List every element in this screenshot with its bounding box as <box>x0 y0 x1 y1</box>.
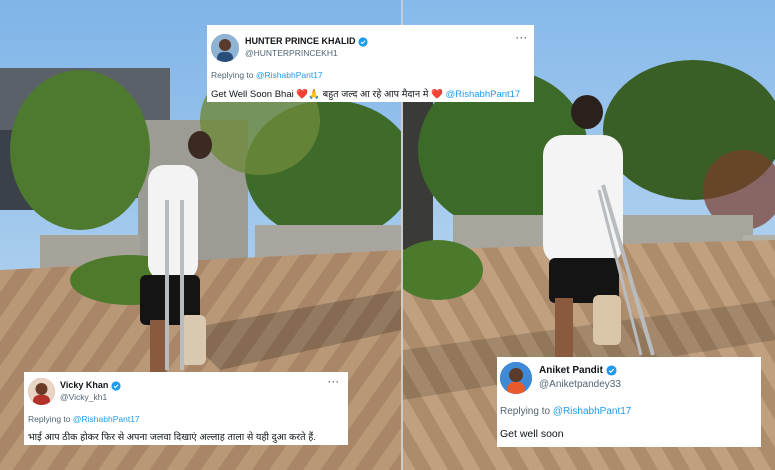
replying-to-label: Replying to <box>500 406 551 417</box>
replying-to-mention[interactable]: @RishabhPant17 <box>553 406 632 417</box>
author-handle[interactable]: @HUNTERPRINCEKH1 <box>245 48 338 58</box>
replying-to-mention[interactable]: @RishabhPant17 <box>73 414 140 424</box>
author-name-text: Aniket Pandit <box>539 365 603 377</box>
tweet-card-hunter-prince-khalid[interactable]: HUNTER PRINCE KHALID @HUNTERPRINCEKH1 ··… <box>207 25 534 102</box>
avatar[interactable] <box>500 362 532 394</box>
tweet-text-part1: Get Well Soon Bhai <box>211 89 294 100</box>
author-handle[interactable]: @Aniketpandey33 <box>539 379 621 390</box>
tweet-text: भाई आप ठीक होकर फिर से अपना जलवा दिखाएं … <box>28 432 316 443</box>
more-options-icon[interactable]: ··· <box>516 33 528 43</box>
replying-to-line: Replying to @RishabhPant17 <box>500 406 631 417</box>
author-name[interactable]: HUNTER PRINCE KHALID <box>245 36 368 47</box>
tweet-text: Get well soon <box>500 428 564 440</box>
author-name-text: HUNTER PRINCE KHALID <box>245 36 356 46</box>
replying-to-label: Replying to <box>211 70 254 80</box>
heart-pray-emoji: ❤️🙏 <box>296 89 321 100</box>
author-name[interactable]: Aniket Pandit <box>539 365 617 376</box>
author-name[interactable]: Vicky Khan <box>60 380 121 391</box>
tweet-card-aniket-pandit[interactable]: Aniket Pandit @Aniketpandey33 Replying t… <box>497 357 761 447</box>
heart-emoji: ❤️ <box>431 89 443 100</box>
verified-badge-icon <box>606 365 617 376</box>
author-handle[interactable]: @Vicky_kh1 <box>60 392 107 402</box>
replying-to-mention[interactable]: @RishabhPant17 <box>256 70 323 80</box>
tweet-text-part2: बहुत जल्द आ रहे आप मैदान मे <box>322 89 429 100</box>
replying-to-label: Replying to <box>28 414 71 424</box>
verified-badge-icon <box>111 381 121 391</box>
verified-badge-icon <box>358 37 368 47</box>
replying-to-line: Replying to @RishabhPant17 <box>211 70 323 80</box>
avatar[interactable] <box>28 378 55 405</box>
tweet-text: Get Well Soon Bhai ❤️🙏 बहुत जल्द आ रहे आ… <box>211 87 520 100</box>
avatar[interactable] <box>211 34 239 62</box>
author-name-text: Vicky Khan <box>60 380 109 390</box>
more-options-icon[interactable]: ··· <box>328 377 340 387</box>
tweet-mention[interactable]: @RishabhPant17 <box>446 89 521 100</box>
tweet-card-vicky-khan[interactable]: Vicky Khan @Vicky_kh1 ··· Replying to @R… <box>24 372 348 445</box>
replying-to-line: Replying to @RishabhPant17 <box>28 414 140 424</box>
